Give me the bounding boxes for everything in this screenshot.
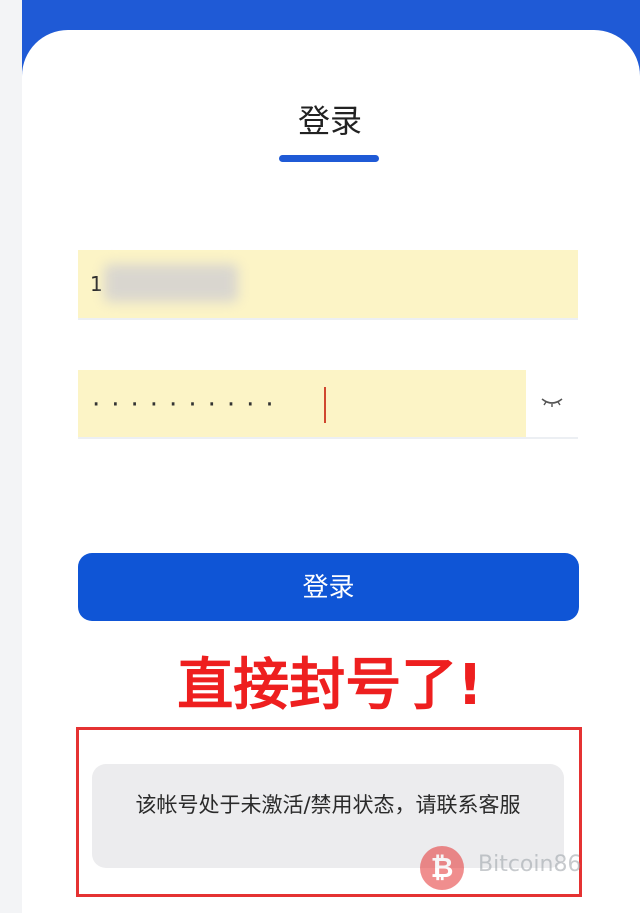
- annotation-banner: 直接封号了!: [177, 653, 483, 718]
- username-underline: [78, 318, 578, 320]
- redacted-blur: [104, 264, 238, 302]
- eye-closed-icon[interactable]: [540, 394, 564, 410]
- username-field[interactable]: 1: [78, 250, 578, 318]
- username-value: 1: [90, 272, 103, 296]
- screen: 登录 1 ·········· 登录 直接封号了! 该帐号处于未激活/禁用状态，…: [0, 0, 640, 913]
- password-mask: ··········: [92, 390, 285, 420]
- page-title: 登录: [297, 102, 362, 140]
- password-underline: [78, 437, 578, 439]
- text-caret: [324, 387, 326, 423]
- watermark-text: Bitcoin86: [478, 852, 582, 877]
- title-underline: [279, 155, 379, 162]
- bitcoin-logo-icon: ₿: [420, 846, 464, 890]
- password-field[interactable]: ··········: [78, 370, 526, 438]
- login-button[interactable]: 登录: [78, 553, 579, 621]
